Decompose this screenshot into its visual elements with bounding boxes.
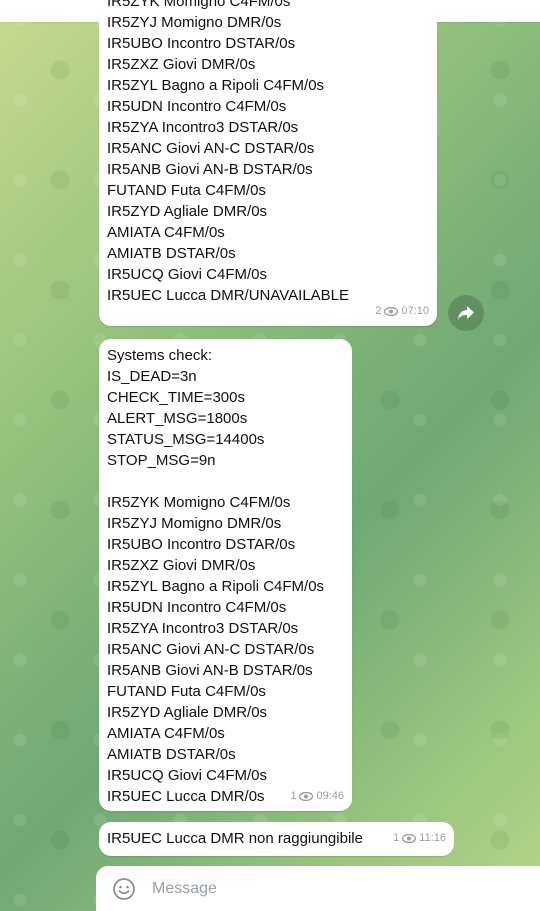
message-bubble[interactable]: IR5ZYK Momigno C4FM/0s IR5ZYJ Momigno DMR… [99,0,437,326]
message-line: IR5ANC Giovi AN-C DSTAR/0s [107,641,315,658]
message-line: IS_DEAD=3n [107,368,197,385]
message-line: IR5ZYL Bagno a Ripoli C4FM/0s [107,77,325,94]
message-line: STOP_MSG=9n [107,452,216,469]
view-count: 1 [290,790,297,802]
message-time: 07:10 [401,305,429,317]
message-line: IR5ZXZ Giovi DMR/0s [107,56,256,73]
message-line: IR5ANB Giovi AN-B DSTAR/0s [107,662,313,679]
eye-icon [384,307,399,316]
message-text: IR5ZYK Momigno C4FM/0s IR5ZYJ Momigno DMR… [107,0,429,306]
message-input[interactable] [150,878,514,899]
message-line: IR5ZYA Incontro3 DSTAR/0s [107,119,299,136]
message-line: IR5ANC Giovi AN-C DSTAR/0s [107,140,315,157]
message-line: ALERT_MSG=1800s [107,410,248,427]
message-line [107,471,344,492]
view-count: 1 [393,832,400,844]
eye-icon [402,834,417,843]
message-line: IR5ZYD Agliale DMR/0s [107,704,268,721]
message-line: Systems check: [107,347,213,364]
message-line: IR5ZYA Incontro3 DSTAR/0s [107,620,299,637]
smiley-icon[interactable] [112,877,136,901]
message-line: FUTAND Futa C4FM/0s [107,683,266,700]
message-line: IR5ZYK Momigno C4FM/0s [107,494,291,511]
message-line: IR5ZYJ Momigno DMR/0s [107,14,282,31]
message-line: IR5UDN Incontro C4FM/0s [107,599,287,616]
message-line: IR5ZXZ Giovi DMR/0s [107,557,256,574]
message-line: IR5ZYJ Momigno DMR/0s [107,515,282,532]
message-meta: 1 11:16 [393,828,446,849]
message-line: IR5ANB Giovi AN-B DSTAR/0s [107,161,313,178]
message-line: IR5UCQ Giovi C4FM/0s [107,767,268,784]
forward-button[interactable] [448,295,484,331]
message-meta: 1 09:46 [290,786,344,807]
message-line: CHECK_TIME=300s [107,389,245,406]
message-line: AMIATB DSTAR/0s [107,746,236,763]
message-meta: 2 07:10 [375,301,429,322]
message-bubble[interactable]: IR5UEC Lucca DMR non raggiungibile 1 11:… [99,822,454,856]
forward-arrow-icon [458,306,474,320]
message-line: IR5UCQ Giovi C4FM/0s [107,266,268,283]
message-composer [96,866,540,911]
eye-icon [299,792,314,801]
message-line: IR5ZYL Bagno a Ripoli C4FM/0s [107,578,325,595]
message-line: IR5UBO Incontro DSTAR/0s [107,536,296,553]
message-line: IR5ZYD Agliale DMR/0s [107,203,268,220]
view-count: 2 [375,305,382,317]
message-text: Systems check: IS_DEAD=3n CHECK_TIME=300s A… [107,345,344,807]
message-line: FUTAND Futa C4FM/0s [107,182,266,199]
message-line: AMIATB DSTAR/0s [107,245,236,262]
message-line: IR5ZYK Momigno C4FM/0s [107,0,291,10]
message-line: STATUS_MSG=14400s [107,431,265,448]
message-bubble[interactable]: Systems check: IS_DEAD=3n CHECK_TIME=300s A… [99,339,352,811]
message-line: IR5UDN Incontro C4FM/0s [107,98,287,115]
message-time: 11:16 [419,832,446,844]
message-line: AMIATA C4FM/0s [107,725,225,742]
message-line: IR5UBO Incontro DSTAR/0s [107,35,296,52]
message-time: 09:46 [316,790,344,802]
message-line: AMIATA C4FM/0s [107,224,225,241]
